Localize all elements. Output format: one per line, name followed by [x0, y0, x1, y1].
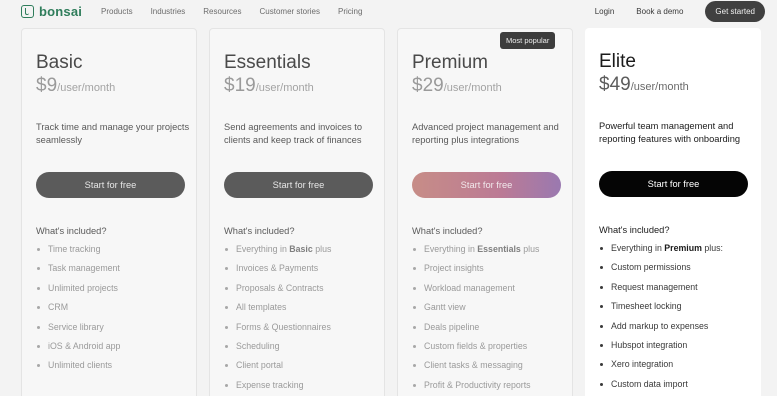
price-period: /user/month — [630, 81, 689, 93]
whats-included-heading: What's included? — [599, 225, 670, 235]
plan-description: Track time and manage your projects seam… — [36, 122, 190, 145]
lead-plan: Basic — [289, 244, 313, 254]
feature-item: Service library — [36, 321, 120, 340]
price-amount: $29 — [412, 75, 444, 96]
feature-item: Profit & Productivity reports — [412, 379, 539, 396]
whats-included-heading: What's included? — [224, 226, 295, 236]
plan-price: $29/user/month — [412, 75, 502, 97]
feature-item: Custom data import — [599, 378, 723, 396]
whats-included-heading: What's included? — [412, 226, 483, 236]
price-amount: $9 — [36, 75, 58, 96]
feature-item-lead: Everything in Premium plus: — [599, 242, 723, 261]
get-started-button[interactable]: Get started — [705, 1, 765, 22]
feature-item: Client portal — [224, 359, 331, 378]
login-link[interactable]: Login — [595, 7, 615, 16]
plan-name: Elite — [599, 51, 636, 72]
price-period: /user/month — [443, 82, 502, 94]
plan-card-elite: Elite $49/user/month Powerful team manag… — [585, 28, 761, 396]
feature-item: Request management — [599, 281, 723, 300]
feature-item: CRM — [36, 301, 120, 320]
lead-plan: Essentials — [477, 244, 521, 254]
feature-item: iOS & Android app — [36, 340, 120, 359]
plan-name: Essentials — [224, 52, 311, 73]
plan-card-premium: Premium $29/user/month Advanced project … — [397, 28, 573, 396]
feature-item: Time tracking — [36, 243, 120, 262]
logo[interactable]: bonsai — [21, 4, 82, 19]
plan-description: Powerful team management and reporting f… — [599, 121, 741, 144]
feature-item: Gantt view — [412, 301, 539, 320]
feature-item: Deals pipeline — [412, 321, 539, 340]
nav-link-products[interactable]: Products — [101, 7, 133, 16]
plan-name: Basic — [36, 52, 83, 73]
feature-list: Time tracking Task management Unlimited … — [36, 243, 120, 379]
feature-item-lead: Everything in Basic plus — [224, 243, 331, 262]
plan-price: $19/user/month — [224, 75, 314, 97]
feature-item: Project insights — [412, 262, 539, 281]
nav-link-industries[interactable]: Industries — [151, 7, 186, 16]
feature-item: Timesheet locking — [599, 300, 723, 319]
feature-list: Everything in Premium plus: Custom permi… — [599, 242, 723, 396]
lead-suffix: plus: — [701, 243, 723, 253]
nav-link-pricing[interactable]: Pricing — [338, 7, 362, 16]
book-demo-link[interactable]: Book a demo — [636, 7, 683, 16]
feature-item: Hubspot integration — [599, 339, 723, 358]
price-amount: $49 — [599, 74, 631, 95]
plan-name: Premium — [412, 52, 489, 73]
feature-list: Everything in Essentials plus Project in… — [412, 243, 539, 396]
nav-link-resources[interactable]: Resources — [203, 7, 241, 16]
feature-item: Unlimited projects — [36, 282, 120, 301]
plan-price: $9/user/month — [36, 75, 115, 97]
nav-actions: Login Book a demo Get started — [595, 1, 765, 22]
top-navigation: bonsai Products Industries Resources Cus… — [0, 0, 777, 26]
start-for-free-button[interactable]: Start for free — [599, 171, 748, 197]
plan-description: Send agreements and invoices to clients … — [224, 122, 362, 145]
feature-item: Workload management — [412, 282, 539, 301]
feature-item-lead: Everything in Essentials plus — [412, 243, 539, 262]
lead-prefix: Everything in — [236, 244, 290, 254]
price-period: /user/month — [255, 82, 314, 94]
start-for-free-button[interactable]: Start for free — [36, 172, 185, 198]
feature-item: Proposals & Contracts — [224, 282, 331, 301]
start-for-free-button[interactable]: Start for free — [224, 172, 373, 198]
feature-item: Custom fields & properties — [412, 340, 539, 359]
logo-text: bonsai — [39, 4, 83, 19]
lead-suffix: plus — [312, 244, 332, 254]
most-popular-badge: Most popular — [500, 32, 556, 49]
plan-card-basic: Basic $9/user/month Track time and manag… — [21, 28, 197, 396]
feature-item: Xero integration — [599, 358, 723, 377]
nav-links: Products Industries Resources Customer s… — [101, 7, 380, 16]
bonsai-logo-icon — [21, 5, 34, 18]
plan-price: $49/user/month — [599, 74, 689, 96]
start-for-free-button[interactable]: Start for free — [412, 172, 561, 198]
feature-item: Scheduling — [224, 340, 331, 359]
lead-plan: Premium — [664, 243, 702, 253]
feature-item: Task management — [36, 262, 120, 281]
feature-item: Unlimited clients — [36, 359, 120, 378]
feature-item: Invoices & Payments — [224, 262, 331, 281]
feature-item: Custom permissions — [599, 261, 723, 280]
nav-link-customer-stories[interactable]: Customer stories — [260, 7, 320, 16]
feature-item: Expense tracking — [224, 379, 331, 396]
plan-card-essentials: Essentials $19/user/month Send agreement… — [209, 28, 385, 396]
feature-item: Client tasks & messaging — [412, 359, 539, 378]
feature-item: Forms & Questionnaires — [224, 321, 331, 340]
lead-suffix: plus — [520, 244, 540, 254]
whats-included-heading: What's included? — [36, 226, 107, 236]
feature-item: Add markup to expenses — [599, 320, 723, 339]
price-period: /user/month — [57, 82, 116, 94]
feature-list: Everything in Basic plus Invoices & Paym… — [224, 243, 331, 396]
lead-prefix: Everything in — [611, 243, 665, 253]
price-amount: $19 — [224, 75, 256, 96]
feature-item: All templates — [224, 301, 331, 320]
lead-prefix: Everything in — [424, 244, 478, 254]
plan-description: Advanced project management and reportin… — [412, 122, 559, 145]
